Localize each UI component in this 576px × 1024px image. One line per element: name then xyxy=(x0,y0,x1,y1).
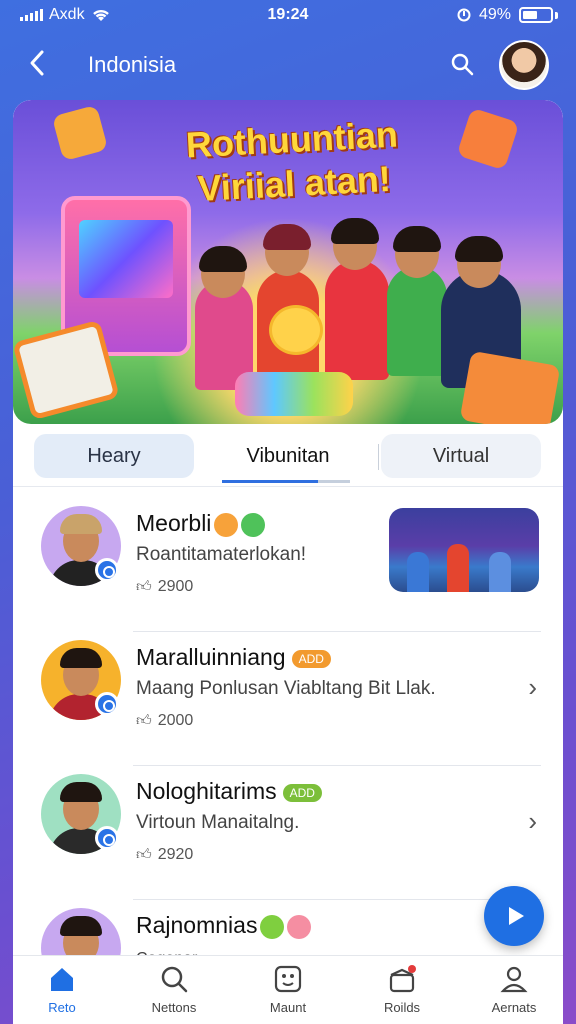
search-icon[interactable] xyxy=(450,52,474,76)
person-icon xyxy=(500,966,528,993)
thumbnail-person xyxy=(447,544,469,592)
person-hair xyxy=(393,226,441,252)
pink-emoji-icon xyxy=(287,914,312,939)
nav-label-profile: Aernats xyxy=(491,1000,537,1015)
list-item[interactable]: Nologhitarims ADD Virtoun Manaitalng. 👍︎ 2… xyxy=(13,766,563,900)
person-illustration xyxy=(387,266,447,376)
tab-vibunitan[interactable]: Vibunitan xyxy=(208,434,368,478)
thumbnail-person xyxy=(407,552,429,592)
nav-item-search[interactable]: Nettons xyxy=(129,964,219,1015)
verified-badge-icon xyxy=(95,826,119,850)
like-count-value: 2000 xyxy=(157,712,194,729)
tab-divider xyxy=(378,444,379,470)
list-item[interactable]: Meorbli Roantitamaterlokan! 👍︎ 2900 xyxy=(13,498,563,632)
thumbs-up-icon: 👍︎ xyxy=(136,846,152,863)
person-illustration xyxy=(325,260,389,380)
nav-item-gift[interactable]: Roilds xyxy=(357,964,447,1015)
face-icon xyxy=(274,965,302,993)
avatar-hair xyxy=(60,648,102,668)
bottom-nav: Reto Nettons Maunt Roilds Aernats xyxy=(13,955,563,1024)
alarm-icon xyxy=(457,8,471,22)
avatar-hair xyxy=(60,916,102,936)
chevron-left-icon xyxy=(30,50,44,76)
item-name: Nologhitarims ADD xyxy=(136,778,322,805)
item-name-text: Rajnomnias xyxy=(136,912,258,938)
thumbnail-person xyxy=(489,552,511,592)
battery-tip xyxy=(555,11,558,19)
chevron-right-icon[interactable]: › xyxy=(528,672,537,703)
chevron-right-icon[interactable]: › xyxy=(528,806,537,837)
item-subtitle: Maang Ponlusan Viabltang Bit Llak. xyxy=(136,678,436,699)
nav-item-profile[interactable]: Aernats xyxy=(469,964,559,1015)
person-hair xyxy=(455,236,503,262)
nav-item-face[interactable]: Maunt xyxy=(243,964,333,1015)
nav-label-gift: Roilds xyxy=(383,1000,421,1015)
banner-title: Rothuuntian Viriial atan! xyxy=(184,113,399,210)
search-icon xyxy=(161,966,188,993)
arcade-screen xyxy=(79,220,173,298)
tab-divider-line xyxy=(13,486,563,487)
battery-icon xyxy=(519,7,553,23)
thumbs-up-icon: 👍︎ xyxy=(136,578,152,595)
tab-virtual[interactable]: Virtual xyxy=(381,434,541,478)
tab-bar: Heary Vibunitan Virtual xyxy=(13,432,563,488)
item-name-text: Meorbli xyxy=(136,510,212,536)
game-pad-illustration xyxy=(235,372,353,416)
profile-avatar[interactable] xyxy=(499,40,549,90)
active-tab-indicator xyxy=(222,480,318,483)
item-name-text: Maralluinniang xyxy=(136,644,286,670)
list-item[interactable]: Maralluinniang ADD Maang Ponlusan Viablta… xyxy=(13,632,563,766)
nav-label-home: Reto xyxy=(48,1000,76,1015)
dice-decoration xyxy=(456,107,520,171)
tab-heary[interactable]: Heary xyxy=(34,434,194,478)
gift-icon xyxy=(389,965,416,993)
person-hair xyxy=(331,218,379,244)
app-header: Indonisia xyxy=(0,36,576,92)
item-name-text: Nologhitarims xyxy=(136,778,277,804)
item-name: Maralluinniang ADD xyxy=(136,644,331,671)
battery-percent: 49% xyxy=(478,6,511,23)
item-subtitle: Roantitamaterlokan! xyxy=(136,544,307,565)
add-badge[interactable]: ADD xyxy=(291,649,331,668)
main-card: Rothuuntian Viriial atan! Heary Vibunita… xyxy=(13,100,563,1000)
add-badge[interactable]: ADD xyxy=(282,783,322,802)
verified-badge-icon xyxy=(95,558,119,582)
like-count-value: 2920 xyxy=(157,846,194,863)
item-name: Rajnomnias xyxy=(136,912,312,939)
status-bar: Axdk 19:24 49% xyxy=(0,0,576,32)
creator-list: Meorbli Roantitamaterlokan! 👍︎ 2900 Maral… xyxy=(13,498,563,1000)
person-hair xyxy=(263,224,311,250)
mascot-illustration xyxy=(269,305,323,355)
person-hair xyxy=(199,246,247,272)
like-count: 👍︎ 2900 xyxy=(136,578,193,596)
nav-label-search: Nettons xyxy=(151,1000,197,1015)
smile-emoji-icon xyxy=(214,512,239,537)
green-smile-emoji-icon xyxy=(260,914,285,939)
item-subtitle: Virtoun Manaitalng. xyxy=(136,812,300,833)
status-right: 49% xyxy=(457,6,558,24)
dice-decoration xyxy=(459,350,561,424)
item-name: Meorbli xyxy=(136,510,266,537)
like-count: 👍︎ 2000 xyxy=(136,712,193,730)
video-thumbnail[interactable] xyxy=(389,508,539,592)
avatar-hair xyxy=(60,514,102,534)
hero-banner[interactable]: Rothuuntian Viriial atan! xyxy=(13,100,563,424)
verified-badge-icon xyxy=(95,692,119,716)
nav-item-home[interactable]: Reto xyxy=(17,964,107,1015)
page-title: Indonisia xyxy=(88,52,177,77)
like-count: 👍︎ 2920 xyxy=(136,846,193,864)
thumbs-up-icon: 👍︎ xyxy=(136,712,152,729)
play-fab-button[interactable] xyxy=(484,886,544,946)
back-button[interactable] xyxy=(28,48,46,84)
avatar-hair xyxy=(60,782,102,802)
nav-label-face: Maunt xyxy=(269,1000,307,1015)
play-icon xyxy=(509,907,524,925)
tab-indicator-track xyxy=(318,480,350,483)
dice-decoration xyxy=(51,104,109,162)
home-icon xyxy=(51,968,73,991)
like-count-value: 2900 xyxy=(157,578,194,595)
green-badge-icon xyxy=(241,512,266,537)
